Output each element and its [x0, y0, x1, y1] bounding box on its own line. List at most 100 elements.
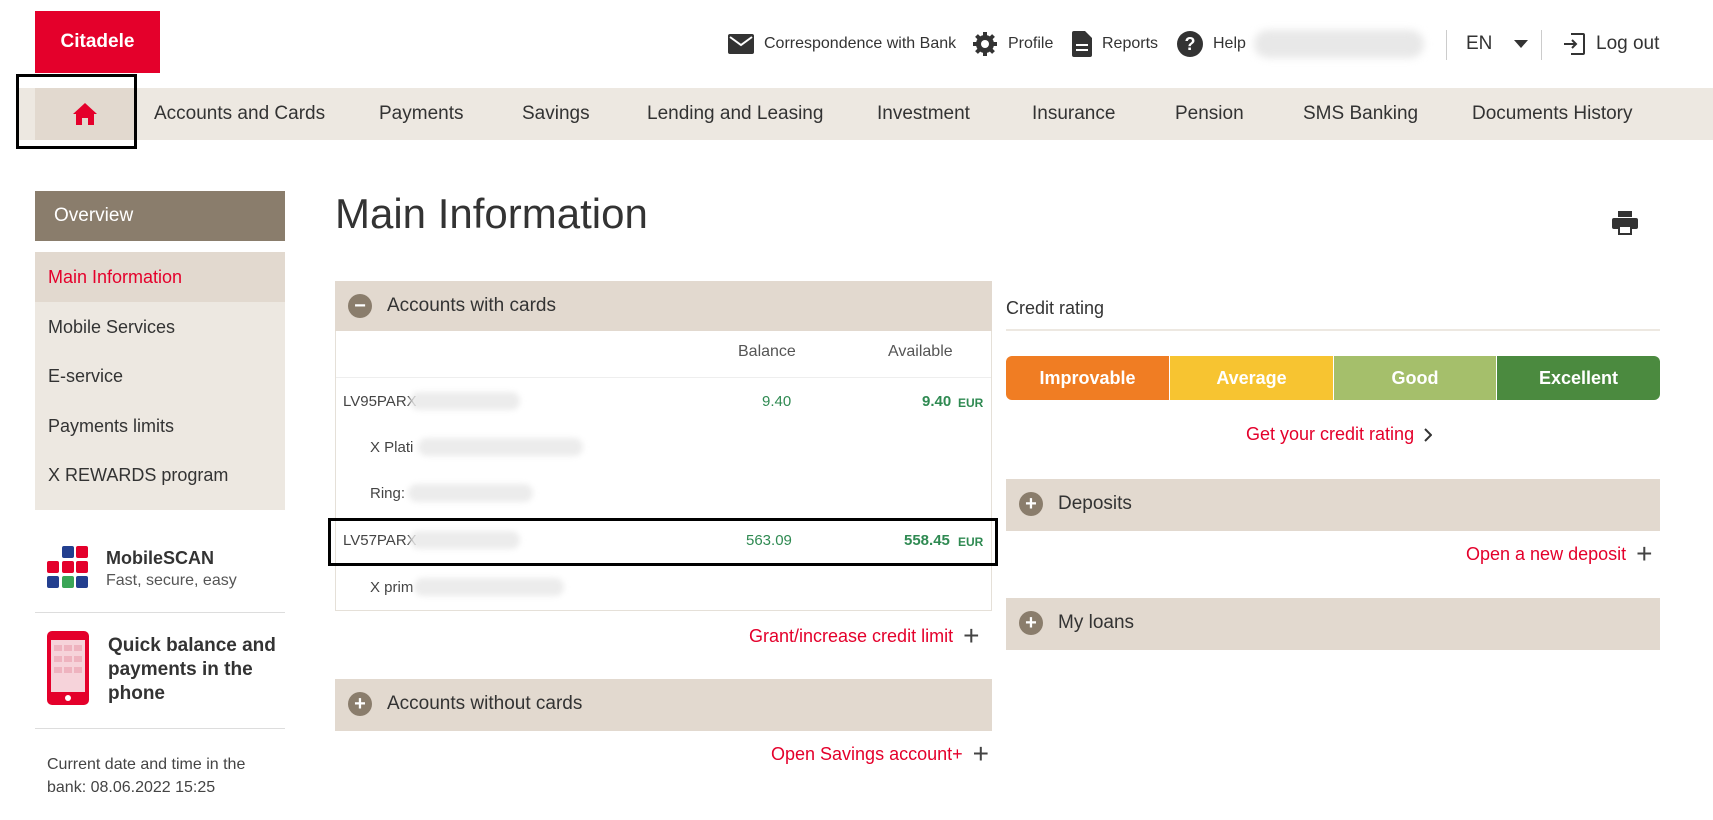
nav-savings[interactable]: Savings — [522, 88, 590, 140]
nav-lending-leasing[interactable]: Lending and Leasing — [647, 88, 823, 140]
col-available: Available — [888, 343, 953, 360]
sidebar-item-payments-limits[interactable]: Payments limits — [35, 401, 285, 451]
nav-documents-history[interactable]: Documents History — [1472, 88, 1633, 140]
phone-icon — [47, 631, 89, 705]
divider — [35, 612, 285, 613]
expand-icon[interactable]: + — [348, 692, 372, 716]
divider — [35, 728, 285, 729]
open-deposit-label: Open a new deposit — [1466, 543, 1627, 564]
phone-promo[interactable] — [47, 631, 89, 710]
account-row-highlight-box — [328, 518, 998, 566]
nav-investment[interactable]: Investment — [877, 88, 970, 140]
plus-icon: + — [1636, 538, 1653, 569]
page-title: Main Information — [335, 190, 648, 237]
nav-pension[interactable]: Pension — [1175, 88, 1244, 140]
mobilescan-title: MobileSCAN — [106, 548, 214, 568]
gear-icon — [973, 32, 997, 56]
print-icon[interactable] — [1612, 211, 1638, 235]
document-icon — [1072, 31, 1092, 57]
divider — [336, 377, 991, 378]
credit-rating-title: Credit rating — [1006, 298, 1105, 318]
mobilescan-promo[interactable] — [47, 546, 89, 593]
correspondence-link[interactable]: Correspondence with Bank — [728, 28, 956, 60]
logout-icon — [1564, 33, 1585, 55]
account-number-blurred — [410, 392, 520, 410]
col-balance: Balance — [738, 343, 796, 360]
card-name[interactable]: Ring: — [370, 485, 405, 502]
separator — [1446, 30, 1447, 60]
account-balance: 9.40 — [762, 393, 792, 410]
sidebar-item-e-service[interactable]: E-service — [35, 351, 285, 401]
grant-credit-limit-label: Grant/increase credit limit — [749, 625, 954, 646]
language-label: EN — [1466, 33, 1493, 54]
card-name[interactable]: X Plati — [370, 439, 413, 456]
help-icon: ? — [1177, 31, 1203, 57]
deposits-header[interactable]: + Deposits — [1006, 479, 1660, 529]
card-name-blurred — [408, 484, 533, 502]
accounts-without-cards-header[interactable]: + Accounts without cards — [335, 679, 992, 729]
logout-label: Log out — [1596, 33, 1660, 54]
nav-sms-banking[interactable]: SMS Banking — [1303, 88, 1418, 140]
accounts-table — [335, 331, 992, 611]
currency-label: EUR — [958, 396, 984, 410]
separator — [1541, 30, 1542, 60]
profile-link[interactable]: Profile — [972, 28, 1053, 60]
grant-credit-limit-link[interactable]: Grant/increase credit limit + — [749, 622, 979, 650]
caret-down-icon — [1514, 40, 1529, 48]
divider — [335, 729, 992, 731]
user-name-blurred — [1254, 30, 1424, 58]
divider — [1006, 648, 1660, 650]
chevron-right-icon — [1424, 427, 1433, 442]
profile-label: Profile — [1008, 35, 1054, 52]
credit-segment-average: Average — [1170, 356, 1333, 400]
divider — [1006, 329, 1660, 331]
my-loans-title: My loans — [1058, 612, 1135, 633]
bank-datetime: Current date and time in the bank: 08.06… — [47, 756, 246, 796]
mobilescan-icon — [47, 546, 88, 588]
reports-label: Reports — [1102, 35, 1159, 52]
sidebar-header[interactable]: Overview — [35, 191, 285, 241]
get-credit-rating-label: Get your credit rating — [1246, 424, 1415, 444]
credit-segment-improvable: Improvable — [1006, 356, 1169, 400]
home-highlight-box — [16, 74, 137, 149]
open-savings-label: Open Savings account+ — [771, 743, 963, 764]
language-selector[interactable]: EN — [1466, 28, 1529, 60]
accounts-with-cards-title: Accounts with cards — [387, 295, 556, 316]
card-name[interactable]: X prim — [370, 579, 413, 596]
expand-icon[interactable]: + — [1019, 492, 1043, 516]
sidebar-item-main-information[interactable]: Main Information — [35, 252, 285, 302]
correspondence-label: Correspondence with Bank — [764, 35, 957, 52]
account-number[interactable]: LV95PARX — [343, 393, 417, 410]
nav-accounts-cards[interactable]: Accounts and Cards — [154, 88, 325, 140]
get-credit-rating-link[interactable]: Get your credit rating — [1246, 424, 1433, 445]
credit-segment-excellent: Excellent — [1497, 356, 1660, 400]
phone-promo-title: Quick balance and payments in the phone — [108, 635, 276, 704]
expand-icon[interactable]: + — [1019, 611, 1043, 635]
citadele-logo[interactable]: Citadele — [35, 11, 160, 73]
my-loans-header[interactable]: + My loans — [1006, 598, 1660, 648]
help-link[interactable]: ? Help — [1177, 28, 1246, 60]
deposits-title: Deposits — [1058, 493, 1132, 514]
card-name-blurred — [418, 438, 583, 456]
sidebar-item-mobile-services[interactable]: Mobile Services — [35, 302, 285, 352]
collapse-icon[interactable]: − — [348, 294, 372, 318]
mobilescan-subtitle: Fast, secure, easy — [106, 572, 237, 589]
help-label: Help — [1213, 35, 1246, 52]
accounts-without-cards-title: Accounts without cards — [387, 693, 583, 714]
open-deposit-link[interactable]: Open a new deposit + — [1466, 540, 1652, 568]
plus-icon: + — [972, 738, 989, 769]
divider — [1006, 529, 1660, 531]
svg-text:?: ? — [1185, 34, 1196, 54]
plus-icon: + — [963, 620, 980, 651]
open-savings-link[interactable]: Open Savings account+ + — [771, 740, 989, 768]
card-name-blurred — [414, 578, 564, 596]
nav-payments[interactable]: Payments — [379, 88, 463, 140]
accounts-with-cards-header[interactable]: − Accounts with cards — [335, 281, 992, 331]
credit-segment-good: Good — [1334, 356, 1496, 400]
reports-link[interactable]: Reports — [1072, 28, 1158, 60]
envelope-icon — [728, 34, 754, 54]
logout-link[interactable]: Log out — [1562, 28, 1659, 60]
nav-insurance[interactable]: Insurance — [1032, 88, 1115, 140]
sidebar-item-x-rewards[interactable]: X REWARDS program — [35, 450, 285, 500]
account-available: 9.40 — [922, 393, 952, 410]
